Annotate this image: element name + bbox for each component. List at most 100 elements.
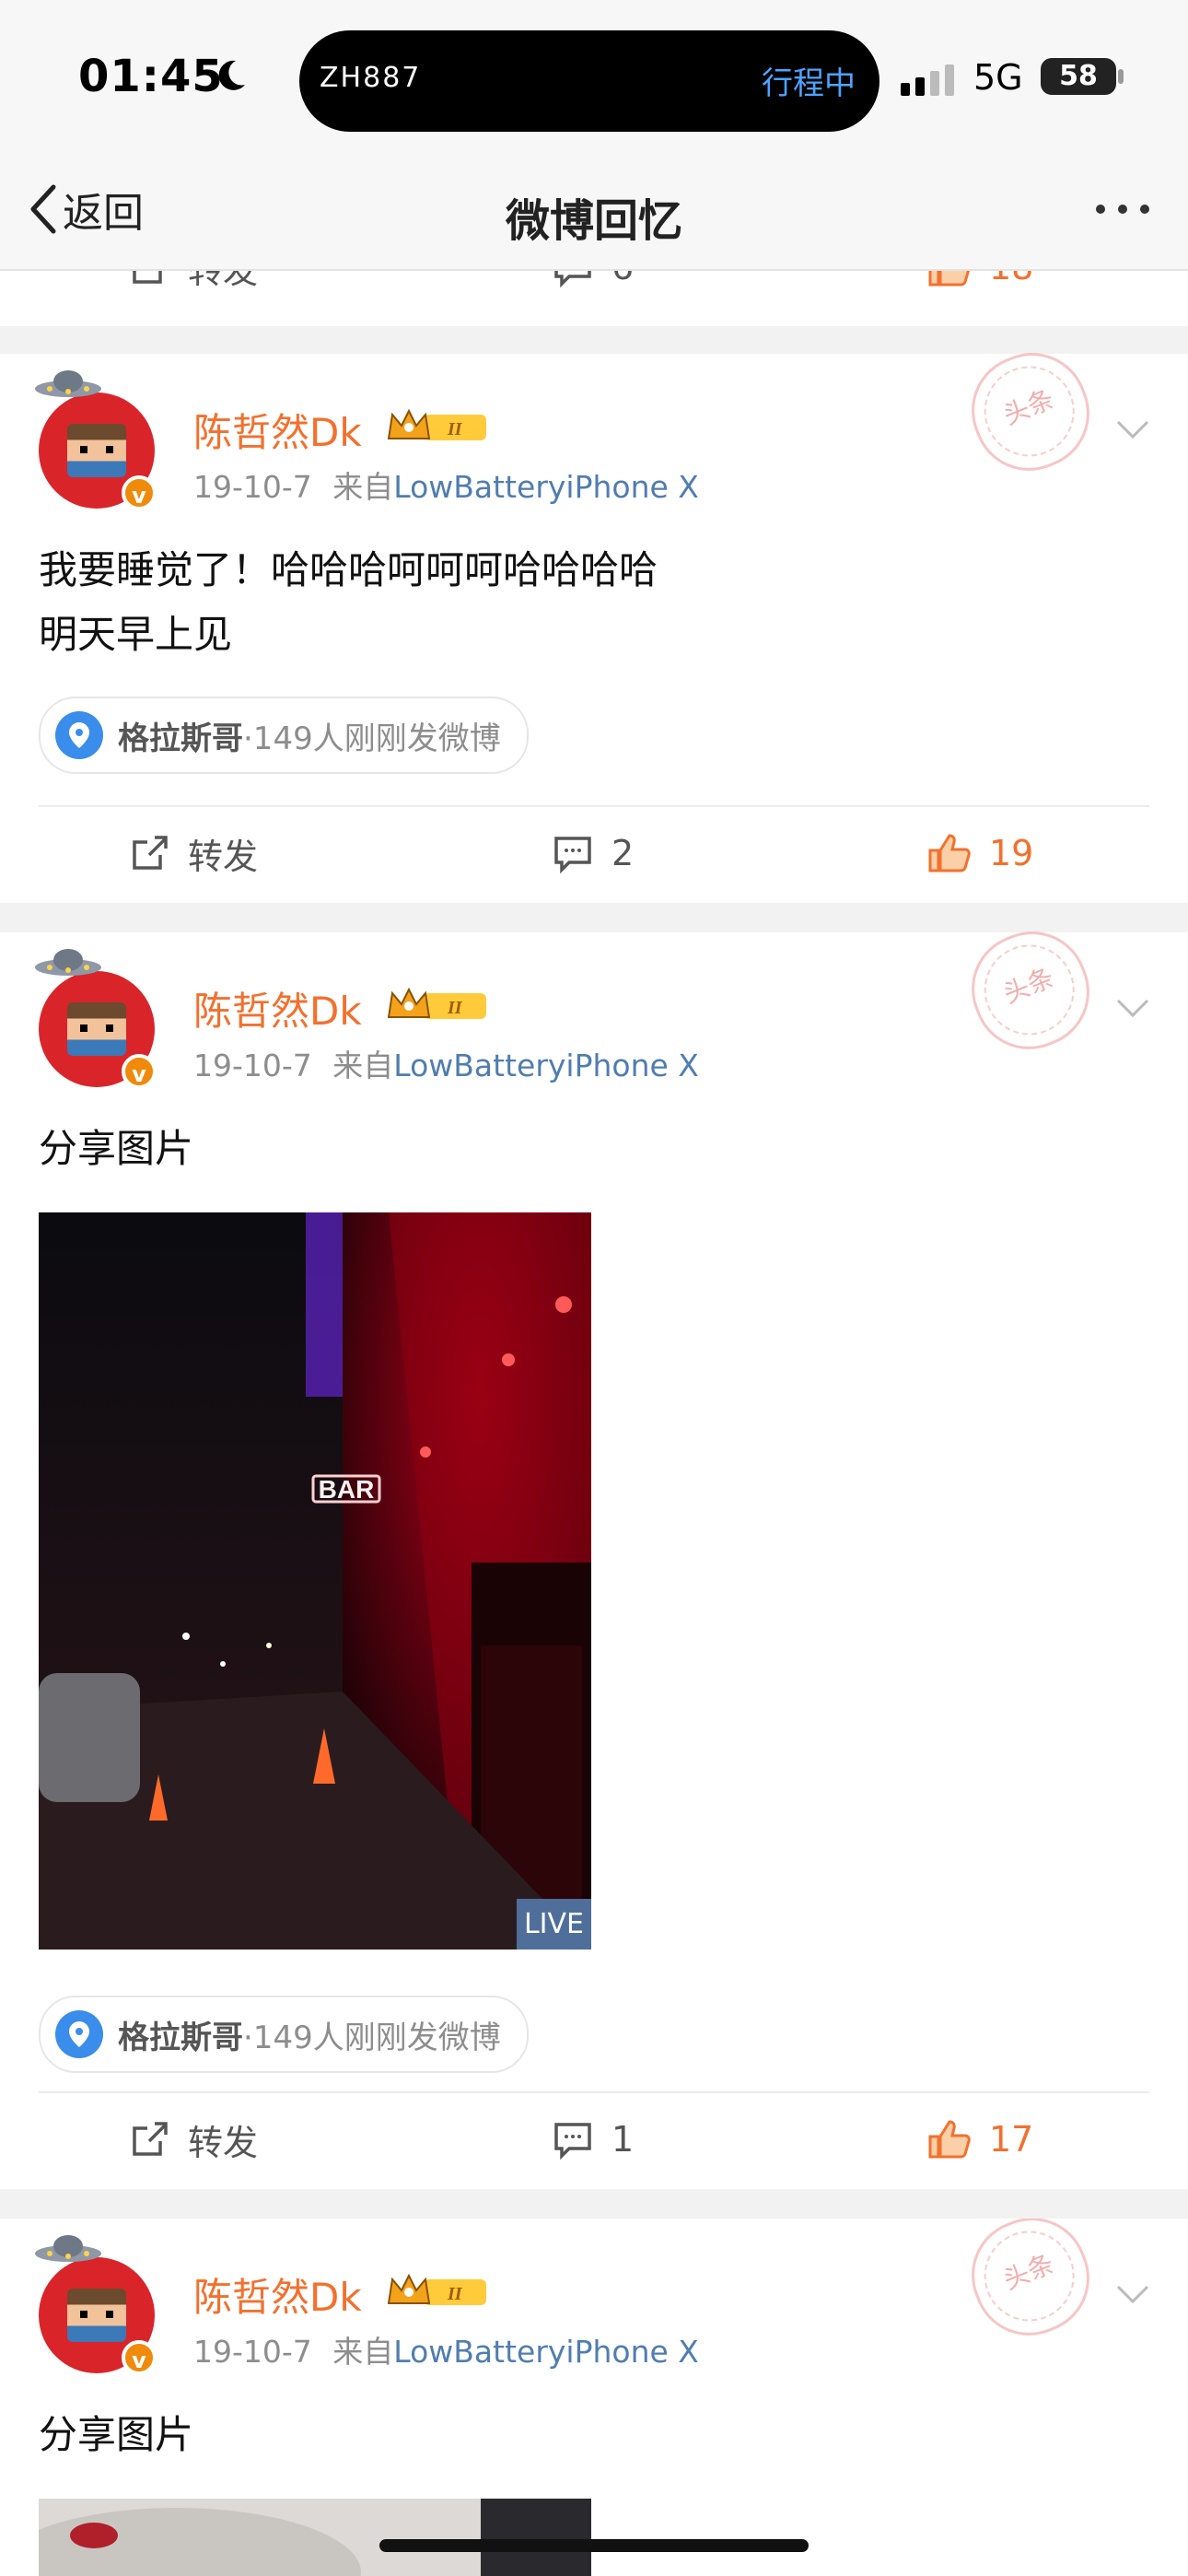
post-card[interactable]: v 陈哲然Dk II 19-10-7 来自LowBatteryiPhone X … [0,914,1188,2189]
comment-button[interactable]: 2 [553,807,634,899]
post-text-line: 我要睡觉了！哈哈哈呵呵呵哈哈哈哈 [39,547,658,592]
comment-count: 2 [611,833,635,873]
location-count: ·149人刚刚发微博 [243,2019,501,2056]
home-indicator[interactable] [379,2539,809,2552]
post-photo[interactable]: BAR LIVE [39,1212,591,1950]
headline-stamp: 头条 [954,335,1107,488]
pixel-face [67,424,126,477]
svg-text:II: II [447,2284,463,2304]
like-count: 17 [989,2119,1034,2160]
vip-crown-icon[interactable]: II [387,407,490,446]
pixel-face [67,1002,126,1056]
comment-icon [554,271,591,287]
bar-sign: BAR [319,1475,375,1504]
ufo-icon [35,949,101,976]
trip-status: 行程中 [762,65,856,102]
location-tag[interactable]: 格拉斯哥 ·149人刚刚发微博 [39,1996,529,2073]
ufo-icon [35,370,101,397]
repost-label: 转发 [188,836,259,877]
live-photo-badge[interactable]: LIVE [516,1899,591,1950]
post-text-line: 明天早上见 [39,612,233,657]
verified-badge-icon: v [122,475,157,510]
battery-icon: 58 [1041,58,1124,95]
avatar[interactable]: v [35,949,157,1089]
location-count: ·149人刚刚发微博 [243,720,501,757]
location-name: 格拉斯哥 [118,2019,243,2056]
comment-button[interactable]: 1 [553,2093,634,2185]
repost-icon [133,836,168,870]
more-button[interactable] [1096,205,1149,214]
night-street-photo: BAR [39,1212,591,1950]
avatar[interactable]: v [35,370,157,510]
post-date: 19-10-7 [193,469,312,505]
location-pin-icon [55,2010,103,2058]
headline-stamp: 头条 [954,914,1107,1067]
page-title: 微博回忆 [505,195,682,247]
post-meta: 19-10-7 来自LowBatteryiPhone X [193,463,699,507]
repost-button[interactable]: 转发 [129,2093,258,2185]
chevron-down-icon[interactable] [1114,2283,1151,2305]
repost-button[interactable]: 转发 [129,271,258,313]
post-meta: 19-10-7 来自LowBatteryiPhone X [193,2327,699,2371]
action-bar: 转发 1 17 [0,2093,1188,2185]
like-button[interactable]: 17 [926,2093,1033,2185]
dot-icon [1096,205,1105,214]
post-date: 19-10-7 [193,2334,312,2370]
like-button[interactable]: 19 [926,807,1033,899]
source-prefix: 来自 [332,469,394,505]
post-meta: 19-10-7 来自LowBatteryiPhone X [193,1041,699,1085]
vip-crown-icon[interactable]: II [387,2272,490,2311]
partial-photo [39,2499,591,2576]
post-card[interactable]: v 陈哲然Dk II 19-10-7 来自LowBatteryiPhone X … [0,335,1188,903]
action-bar: 转发 2 19 [0,807,1188,899]
pixel-face [67,2289,126,2342]
repost-icon [133,2122,168,2156]
verified-badge-icon: v [122,2340,157,2375]
post-text-line: 分享图片 [39,2412,194,2457]
location-name: 格拉斯哥 [118,720,243,757]
post-date: 19-10-7 [193,1048,312,1083]
thumbs-up-icon [928,271,970,287]
repost-button[interactable]: 转发 [129,807,258,899]
comment-count: 6 [611,271,634,287]
avatar[interactable]: v [35,2235,157,2375]
repost-label: 转发 [188,271,258,293]
dot-icon [1118,205,1127,214]
action-bar: 转发 6 18 [0,271,1188,313]
post-text: 我要睡觉了！哈哈哈呵呵呵哈哈哈哈 明天早上见 [39,538,658,667]
ufo-icon [35,2235,101,2262]
post-card[interactable]: v 陈哲然Dk II 19-10-7 来自LowBatteryiPhone X … [0,2219,1188,2576]
source-prefix: 来自 [332,1048,394,1083]
previous-post-actions: 转发 6 18 [0,271,1188,326]
author-name[interactable]: 陈哲然Dk [193,402,362,458]
post-text: 分享图片 [39,1117,193,1181]
dynamic-island[interactable]: ZH887 行程中 [299,30,879,132]
vip-crown-icon[interactable]: II [387,986,490,1025]
like-button[interactable]: 18 [926,271,1033,313]
like-count: 19 [989,833,1034,873]
flight-number: ZH887 [320,62,422,94]
post-source[interactable]: LowBatteryiPhone X [393,2334,699,2370]
thumbs-up-icon [928,834,971,872]
comment-count: 1 [611,2119,635,2160]
post-photo[interactable] [39,2499,591,2576]
author-name[interactable]: 陈哲然Dk [193,980,362,1036]
battery-level: 58 [1059,60,1098,92]
chevron-down-icon[interactable] [1114,997,1151,1019]
author-name[interactable]: 陈哲然Dk [193,2266,362,2323]
chevron-down-icon[interactable] [1114,418,1151,440]
post-text: 分享图片 [39,2403,193,2467]
svg-text:II: II [447,998,463,1018]
repost-icon [133,271,162,284]
battery-nub [1118,69,1124,84]
post-source[interactable]: LowBatteryiPhone X [393,469,699,505]
moon-icon [218,60,245,90]
headline-stamp: 头条 [954,2219,1107,2353]
status-bar: 01:45 ZH887 行程中 5G 58 [0,0,1188,157]
post-source[interactable]: LowBatteryiPhone X [393,1048,699,1083]
location-tag[interactable]: 格拉斯哥 ·149人刚刚发微博 [39,697,529,774]
status-time: 01:45 [78,51,224,102]
thumbs-up-icon [928,2120,971,2159]
comment-button[interactable]: 6 [553,271,634,313]
location-pin-icon [55,711,103,759]
